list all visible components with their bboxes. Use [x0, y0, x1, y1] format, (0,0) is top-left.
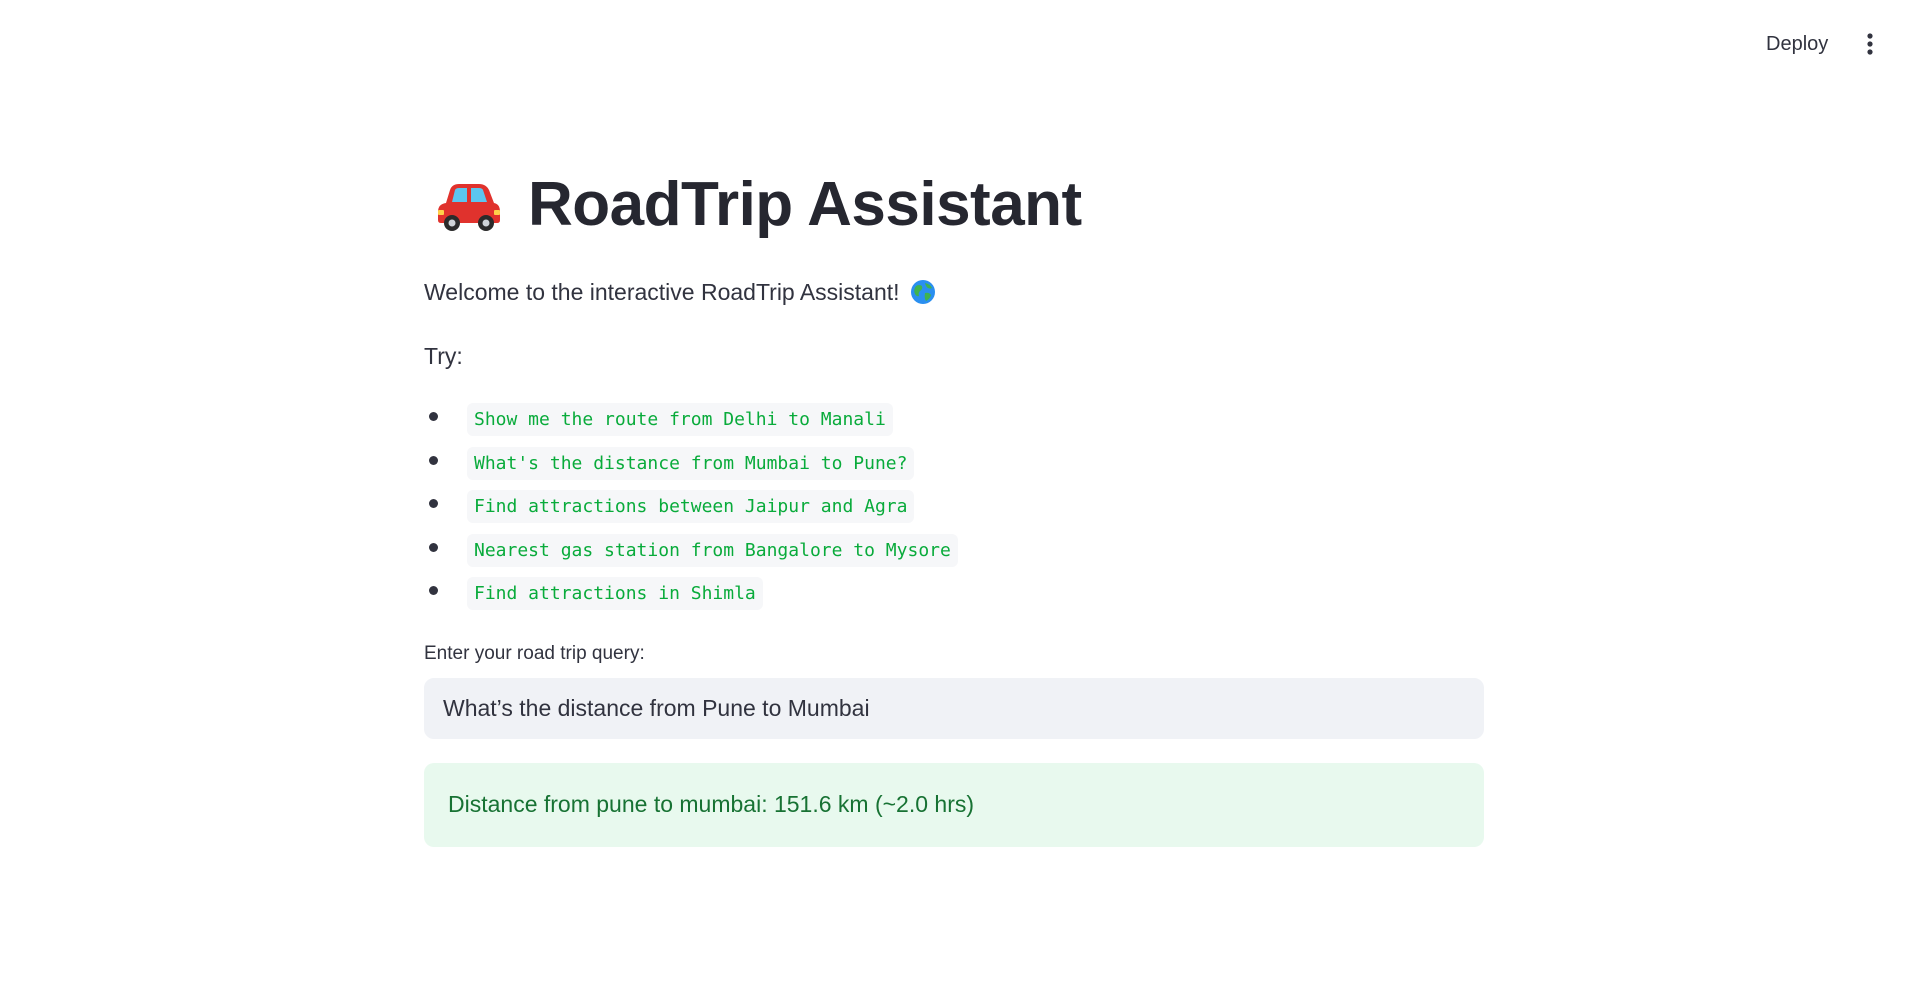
- list-item: What's the distance from Mumbai to Pune?: [424, 442, 1484, 486]
- title-row: RoadTrip Assistant: [424, 160, 1484, 248]
- example-query: Show me the route from Delhi to Manali: [467, 403, 893, 437]
- success-alert: Distance from pune to mumbai: 151.6 km (…: [424, 762, 1484, 847]
- list-item: Show me the route from Delhi to Manali: [424, 398, 1484, 442]
- example-query: Find attractions in Shimla: [467, 577, 763, 611]
- query-label: Enter your road trip query:: [424, 642, 645, 664]
- list-item: Find attractions between Jaipur and Agra: [424, 485, 1484, 529]
- bullet: [429, 586, 438, 596]
- bullet: [429, 412, 438, 422]
- welcome-message: Welcome to the interactive RoadTrip Assi…: [424, 272, 1484, 312]
- car-icon: [438, 184, 500, 231]
- page-title: RoadTrip Assistant: [528, 169, 1082, 239]
- app-header: Deploy: [0, 0, 1912, 88]
- result-text: Distance from pune to mumbai: 151.6 km (…: [448, 791, 975, 817]
- bullet: [429, 542, 438, 552]
- query-input[interactable]: [424, 677, 1484, 739]
- main-menu-button[interactable]: [1852, 26, 1888, 62]
- bullet: [429, 455, 438, 465]
- example-list: Show me the route from Delhi to Manali W…: [424, 398, 1484, 616]
- globe-icon: [910, 280, 935, 304]
- example-query: Find attractions between Jaipur and Agra: [467, 490, 915, 524]
- example-query: Nearest gas station from Bangalore to My…: [467, 533, 958, 567]
- deploy-button[interactable]: Deploy: [1754, 26, 1840, 62]
- bullet: [429, 499, 438, 509]
- list-item: Find attractions in Shimla: [424, 572, 1484, 616]
- example-query: What's the distance from Mumbai to Pune?: [467, 446, 915, 480]
- list-item: Nearest gas station from Bangalore to My…: [424, 529, 1484, 573]
- try-label: Try:: [424, 342, 463, 369]
- vertical-ellipsis-icon: [1867, 33, 1873, 55]
- welcome-text: Welcome to the interactive RoadTrip Assi…: [424, 278, 900, 305]
- main-content: RoadTrip Assistant Welcome to the intera…: [424, 160, 1484, 847]
